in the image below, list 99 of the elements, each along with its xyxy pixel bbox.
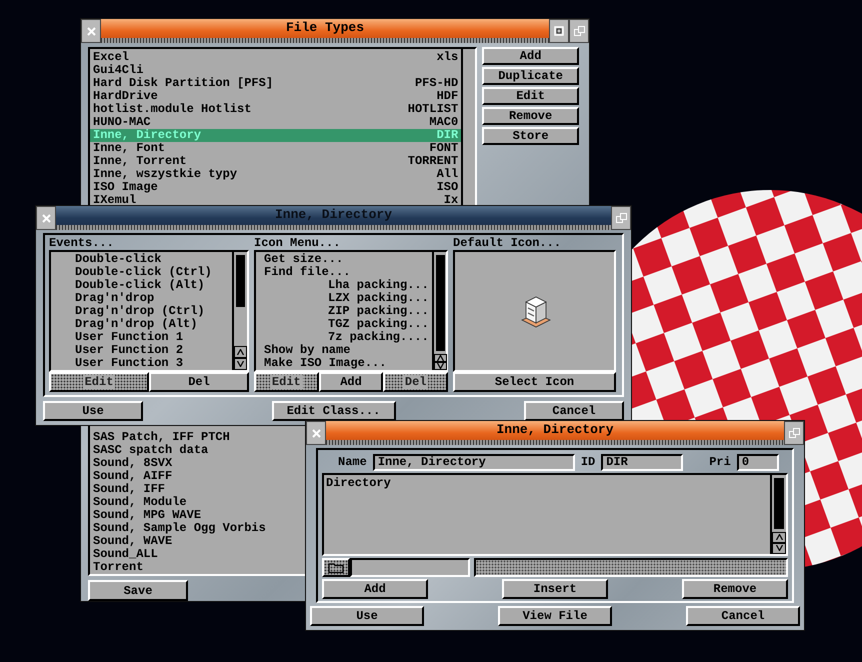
list-item[interactable]: Drag'n'drop (Alt) <box>51 318 232 331</box>
close-icon <box>312 428 320 438</box>
list-item[interactable]: Sound_ALL <box>90 548 161 561</box>
depth-button[interactable] <box>569 19 589 43</box>
list-item[interactable]: User Function 1 <box>51 331 232 344</box>
list-item[interactable]: Sound, IFF <box>90 483 168 496</box>
close-icon <box>42 214 50 222</box>
list-item[interactable]: Sound, WAVE <box>90 535 176 548</box>
field-label: ID <box>580 456 596 469</box>
action-button[interactable]: Cancel <box>524 401 624 421</box>
action-button[interactable]: Del <box>149 372 249 392</box>
scroll-up-button[interactable] <box>234 346 247 358</box>
name-field[interactable]: Inne, Directory <box>372 454 575 471</box>
path-field[interactable] <box>350 558 470 577</box>
action-button[interactable]: Store <box>482 127 579 145</box>
list-item[interactable]: Find file... <box>256 266 432 279</box>
folder-icon <box>328 562 344 573</box>
title-bar[interactable]: Inne, Directory <box>326 421 784 445</box>
action-button[interactable]: Add <box>322 579 428 599</box>
list-item[interactable]: SAS Patch, IFF PTCH <box>90 431 233 444</box>
scroll-down-button[interactable] <box>434 362 447 370</box>
list-item[interactable]: Drag'n'drop (Ctrl) <box>51 305 232 318</box>
list-item[interactable]: Sound, Sample Ogg Vorbis <box>90 522 269 535</box>
list-item[interactable]: hotlist.module Hotlist HOTLIST <box>90 103 462 116</box>
list-item[interactable]: 7z packing.... <box>256 331 432 344</box>
list-item[interactable]: Make ISO Image... <box>256 357 432 370</box>
zoom-icon <box>554 26 564 36</box>
close-icon <box>86 26 96 36</box>
close-button[interactable] <box>36 206 56 230</box>
action-button[interactable]: Duplicate <box>482 67 579 85</box>
list-item[interactable]: Excel xls <box>90 51 462 64</box>
list-item[interactable]: TGZ packing... <box>256 318 432 331</box>
scroll-down-button[interactable] <box>772 542 786 554</box>
list-item[interactable]: Sound, AIFF <box>90 470 176 483</box>
title-bar[interactable]: File Types <box>101 19 549 43</box>
list-item[interactable]: Inne, wszystkie typy All <box>90 168 462 181</box>
field-label: Name <box>338 456 367 469</box>
select-icon-button[interactable]: Select Icon <box>453 372 616 392</box>
list-item[interactable]: Sound, MPG WAVE <box>90 509 204 522</box>
list-item[interactable]: Inne, Font FONT <box>90 142 462 155</box>
action-button[interactable]: Remove <box>682 579 788 599</box>
close-button[interactable] <box>306 421 326 445</box>
action-button[interactable]: Remove <box>482 107 579 125</box>
scroll-up-button[interactable] <box>434 354 447 362</box>
list-item[interactable]: User Function 2 <box>51 344 232 357</box>
id-field[interactable]: DIR <box>601 454 684 471</box>
close-button[interactable] <box>81 19 101 43</box>
action-button[interactable]: Edit <box>482 87 579 105</box>
list-item[interactable]: Gui4Cli <box>90 64 462 77</box>
text-line: Directory <box>326 477 392 490</box>
save-button[interactable]: Save <box>88 580 188 601</box>
list-item[interactable]: Show by name <box>256 344 432 357</box>
section-label: Default Icon... <box>453 237 562 250</box>
depth-button[interactable] <box>784 421 804 445</box>
list-item[interactable]: Double-click (Alt) <box>51 279 232 292</box>
list-item[interactable]: HUNO-MAC MAC0 <box>90 116 462 129</box>
list-item[interactable]: Drag'n'drop <box>51 292 232 305</box>
list-item[interactable]: ISO Image ISO <box>90 181 462 194</box>
scroll-down-button[interactable] <box>234 358 247 370</box>
action-button[interactable]: Cancel <box>686 606 800 626</box>
list-item[interactable]: User Function 3 <box>51 357 232 370</box>
action-button[interactable]: Edit Class... <box>272 401 396 421</box>
action-button[interactable]: Use <box>310 606 424 626</box>
window-title: Inne, Directory <box>274 206 394 224</box>
scroll-thumb[interactable] <box>236 255 245 307</box>
folder-button[interactable] <box>322 558 350 577</box>
action-button[interactable]: Add <box>318 372 384 392</box>
scroll-thumb[interactable] <box>774 478 784 529</box>
list-item[interactable]: LZX packing... <box>256 292 432 305</box>
depth-icon <box>788 428 800 438</box>
action-button[interactable]: View File <box>498 606 612 626</box>
scroll-up-button[interactable] <box>772 532 786 543</box>
depth-icon <box>574 26 584 36</box>
action-button[interactable]: Use <box>43 401 143 421</box>
list-item[interactable]: Double-click (Ctrl) <box>51 266 232 279</box>
action-button[interactable]: Insert <box>502 579 608 599</box>
action-button[interactable]: Add <box>482 47 579 65</box>
list-item[interactable]: Sound, Module <box>90 496 190 509</box>
section-label: Events... <box>49 237 115 250</box>
field-label: Pri <box>709 456 731 469</box>
section-label: Icon Menu... <box>254 237 342 250</box>
depth-icon <box>616 213 626 223</box>
list-item[interactable]: IXemul Ix <box>90 194 462 207</box>
list-item[interactable]: Sound, 8SVX <box>90 457 176 470</box>
list-item[interactable]: SASC spatch data <box>90 444 212 457</box>
depth-button[interactable] <box>611 206 631 230</box>
list-item[interactable]: Lha packing... <box>256 279 432 292</box>
window-title: File Types <box>284 19 365 37</box>
list-item[interactable]: Torrent <box>90 561 146 574</box>
window-title: Inne, Directory <box>495 421 615 439</box>
zoom-button[interactable] <box>549 19 569 43</box>
list-item[interactable]: Get size... <box>256 253 432 266</box>
list-item[interactable]: HardDrive HDF <box>90 90 462 103</box>
list-item[interactable]: Double-click <box>51 253 232 266</box>
list-item[interactable]: Inne, Torrent TORRENT <box>90 155 462 168</box>
priority-field[interactable]: 0 <box>736 454 779 471</box>
scroll-thumb[interactable] <box>436 255 445 351</box>
list-item[interactable]: Hard Disk Partition [PFS] PFS-HD <box>90 77 462 90</box>
list-item[interactable]: ZIP packing... <box>256 305 432 318</box>
